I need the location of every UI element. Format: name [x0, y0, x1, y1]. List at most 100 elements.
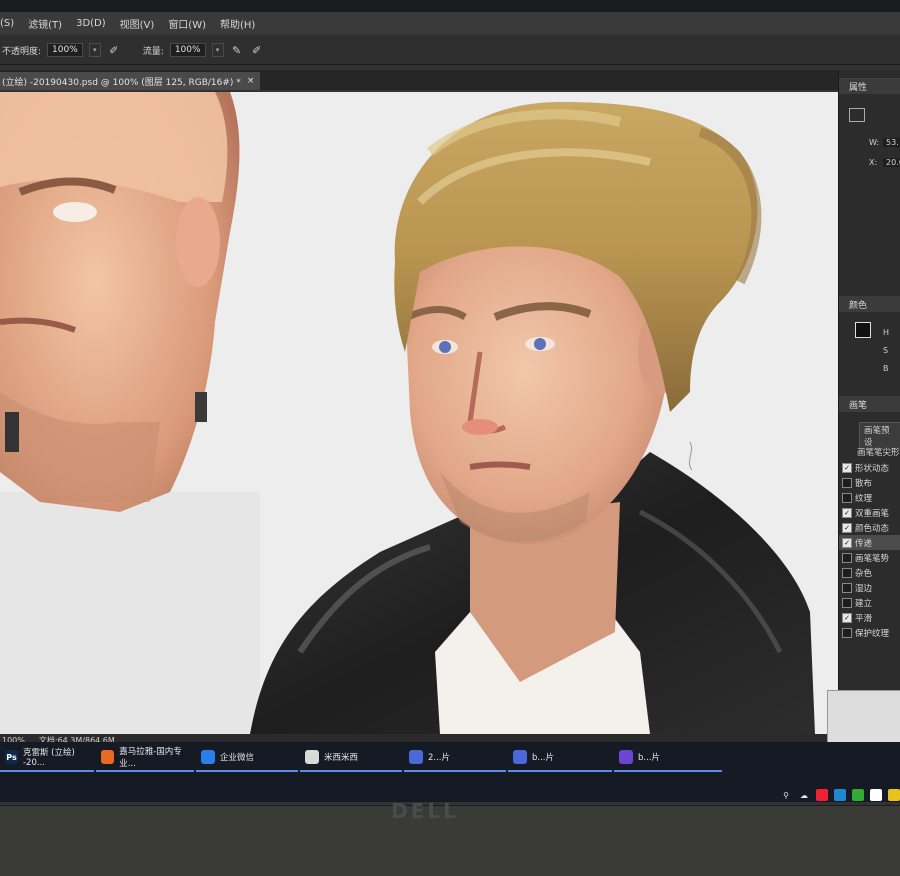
flow-field[interactable]: 100%: [169, 43, 206, 57]
taskbar-active-indicator: [508, 770, 612, 772]
menu-item-window[interactable]: 窗口(W): [168, 16, 206, 31]
taskbar-item-label: b...片: [638, 753, 661, 763]
taskbar-item-label: 嘉马拉雅-国内专业...: [119, 747, 182, 769]
menu-item-filter[interactable]: 滤镜(T): [28, 16, 62, 31]
flow-dropdown-icon[interactable]: ▾: [211, 43, 224, 57]
right-panels: 属性 W: 53. X: 20.6 颜色 H S B 画笔 画笔预设 画笔笔尖形…: [827, 70, 900, 770]
firefox-icon: [101, 750, 115, 764]
brush-option-label: 杂色: [855, 568, 873, 579]
pressure-opacity-icon[interactable]: ✐: [107, 43, 121, 57]
taskbar-item[interactable]: b...片: [508, 742, 612, 772]
taskbar-active-indicator: [0, 770, 94, 772]
brush-option-label: 颜色动态: [855, 523, 890, 534]
checkbox[interactable]: [842, 567, 852, 578]
opacity-label: 不透明度:: [2, 46, 42, 57]
opacity-dropdown-icon[interactable]: ▾: [88, 43, 101, 57]
taskbar: Ps 克雷斯 (立绘) -20... 嘉马拉雅-国内专业... 企业微信 米西米西 2..…: [0, 742, 900, 802]
brush-option[interactable]: 保护纹理: [839, 625, 900, 640]
brush-option[interactable]: 湿边: [839, 580, 900, 595]
checkbox[interactable]: [842, 552, 852, 563]
checkbox[interactable]: [842, 477, 852, 488]
taskbar-item-label: b...片: [532, 753, 555, 763]
b-label: B: [883, 364, 889, 373]
taskbar-active-indicator: [196, 770, 298, 772]
brush-option[interactable]: 杂色: [839, 565, 900, 580]
taskbar-item-label: 2...片: [428, 753, 451, 763]
cloud-icon[interactable]: ☁: [798, 789, 810, 801]
app-yellow-icon[interactable]: [888, 789, 900, 801]
app-red-icon[interactable]: [816, 789, 828, 801]
checkbox[interactable]: ✓: [842, 507, 852, 518]
taskbar-active-indicator: [614, 770, 722, 772]
w-field[interactable]: 53.: [883, 138, 900, 147]
taskbar-item[interactable]: 米西米西: [300, 742, 402, 772]
tab-brush[interactable]: 画笔: [839, 396, 900, 412]
taskbar-item[interactable]: 2...片: [404, 742, 506, 772]
system-tray: ⚲ ☁: [780, 785, 900, 805]
opacity-field[interactable]: 100%: [47, 43, 83, 57]
taskbar-item-label: 米西米西: [324, 753, 359, 763]
document-tab[interactable]: (立绘) -20190430.psd @ 100% (图层 125, RGB/1…: [0, 72, 261, 90]
airbrush-icon[interactable]: ✎: [230, 43, 244, 57]
photoshop-icon: Ps: [5, 750, 18, 764]
app-white-icon[interactable]: [870, 789, 882, 801]
brush-option-label: 平滑: [855, 613, 873, 624]
checkbox[interactable]: ✓: [842, 522, 852, 533]
checkbox[interactable]: [842, 597, 852, 608]
menu-item-view[interactable]: 视图(V): [120, 16, 155, 31]
taskbar-item-label: 克雷斯 (立绘) -20...: [22, 748, 75, 768]
brush-option-label: 建立: [855, 598, 873, 609]
tab-properties[interactable]: 属性: [839, 78, 900, 94]
checkbox[interactable]: ✓: [842, 612, 852, 623]
checkbox[interactable]: [842, 582, 852, 593]
app-green-icon[interactable]: [852, 789, 864, 801]
options-bar: 不透明度: 100% ▾ ✐ 流量: 100% ▾ ✎ ✐: [0, 36, 900, 65]
taskbar-item-label: 企业微信: [220, 753, 255, 763]
taskbar-item[interactable]: 企业微信: [196, 742, 298, 772]
close-icon[interactable]: ×: [247, 76, 255, 86]
menu-item-help[interactable]: 帮助(H): [220, 16, 255, 31]
brush-option[interactable]: ✓ 传递: [839, 535, 900, 550]
app-blue-icon[interactable]: [834, 789, 846, 801]
image-icon: [849, 108, 865, 122]
brush-option[interactable]: 纹理: [839, 490, 900, 505]
checkbox[interactable]: [842, 492, 852, 503]
brush-option[interactable]: 散布: [839, 475, 900, 490]
wecom-icon: [201, 750, 215, 764]
image-viewer-icon: [513, 750, 527, 764]
taskbar-item[interactable]: b...片: [614, 742, 722, 772]
brush-option-label: 双重画笔: [855, 508, 890, 519]
app-grid-icon: [305, 750, 319, 764]
menu-item-select[interactable]: (S): [0, 18, 14, 29]
brush-option[interactable]: 建立: [839, 595, 900, 610]
brush-option[interactable]: 画笔笔势: [839, 550, 900, 565]
menu-item-3d[interactable]: 3D(D): [76, 18, 106, 29]
brush-option-label: 画笔笔势: [855, 553, 890, 564]
checkbox[interactable]: ✓: [842, 462, 852, 473]
brush-option-label: 形状动态: [855, 463, 890, 474]
x-label: X:: [869, 158, 878, 167]
dell-logo: DELL: [391, 799, 459, 823]
pressure-size-icon[interactable]: ✐: [250, 43, 264, 57]
people-icon[interactable]: ⚲: [780, 789, 792, 801]
brush-option[interactable]: ✓ 双重画笔: [839, 505, 900, 520]
brush-option[interactable]: ✓ 平滑: [839, 610, 900, 625]
taskbar-item[interactable]: 嘉马拉雅-国内专业...: [96, 742, 194, 772]
document-tab-title: (立绘) -20190430.psd @ 100% (图层 125, RGB/1…: [2, 77, 241, 88]
taskbar-active-indicator: [96, 770, 194, 772]
s-label: S: [883, 346, 889, 355]
h-label: H: [883, 328, 890, 337]
x-field[interactable]: 20.6: [883, 158, 900, 167]
checkbox[interactable]: [842, 627, 852, 638]
brush-tip-label[interactable]: 画笔笔尖形: [857, 446, 900, 458]
brush-option[interactable]: ✓ 形状动态: [839, 460, 900, 475]
foreground-swatch[interactable]: [855, 322, 871, 338]
checkbox[interactable]: ✓: [842, 537, 852, 548]
taskbar-item[interactable]: Ps 克雷斯 (立绘) -20...: [0, 742, 94, 772]
canvas[interactable]: [0, 92, 850, 734]
taskbar-active-indicator: [404, 770, 506, 772]
tab-color[interactable]: 颜色: [839, 296, 900, 312]
brush-option[interactable]: ✓ 颜色动态: [839, 520, 900, 535]
image-viewer-icon: [619, 750, 633, 764]
w-label: W:: [869, 138, 880, 147]
